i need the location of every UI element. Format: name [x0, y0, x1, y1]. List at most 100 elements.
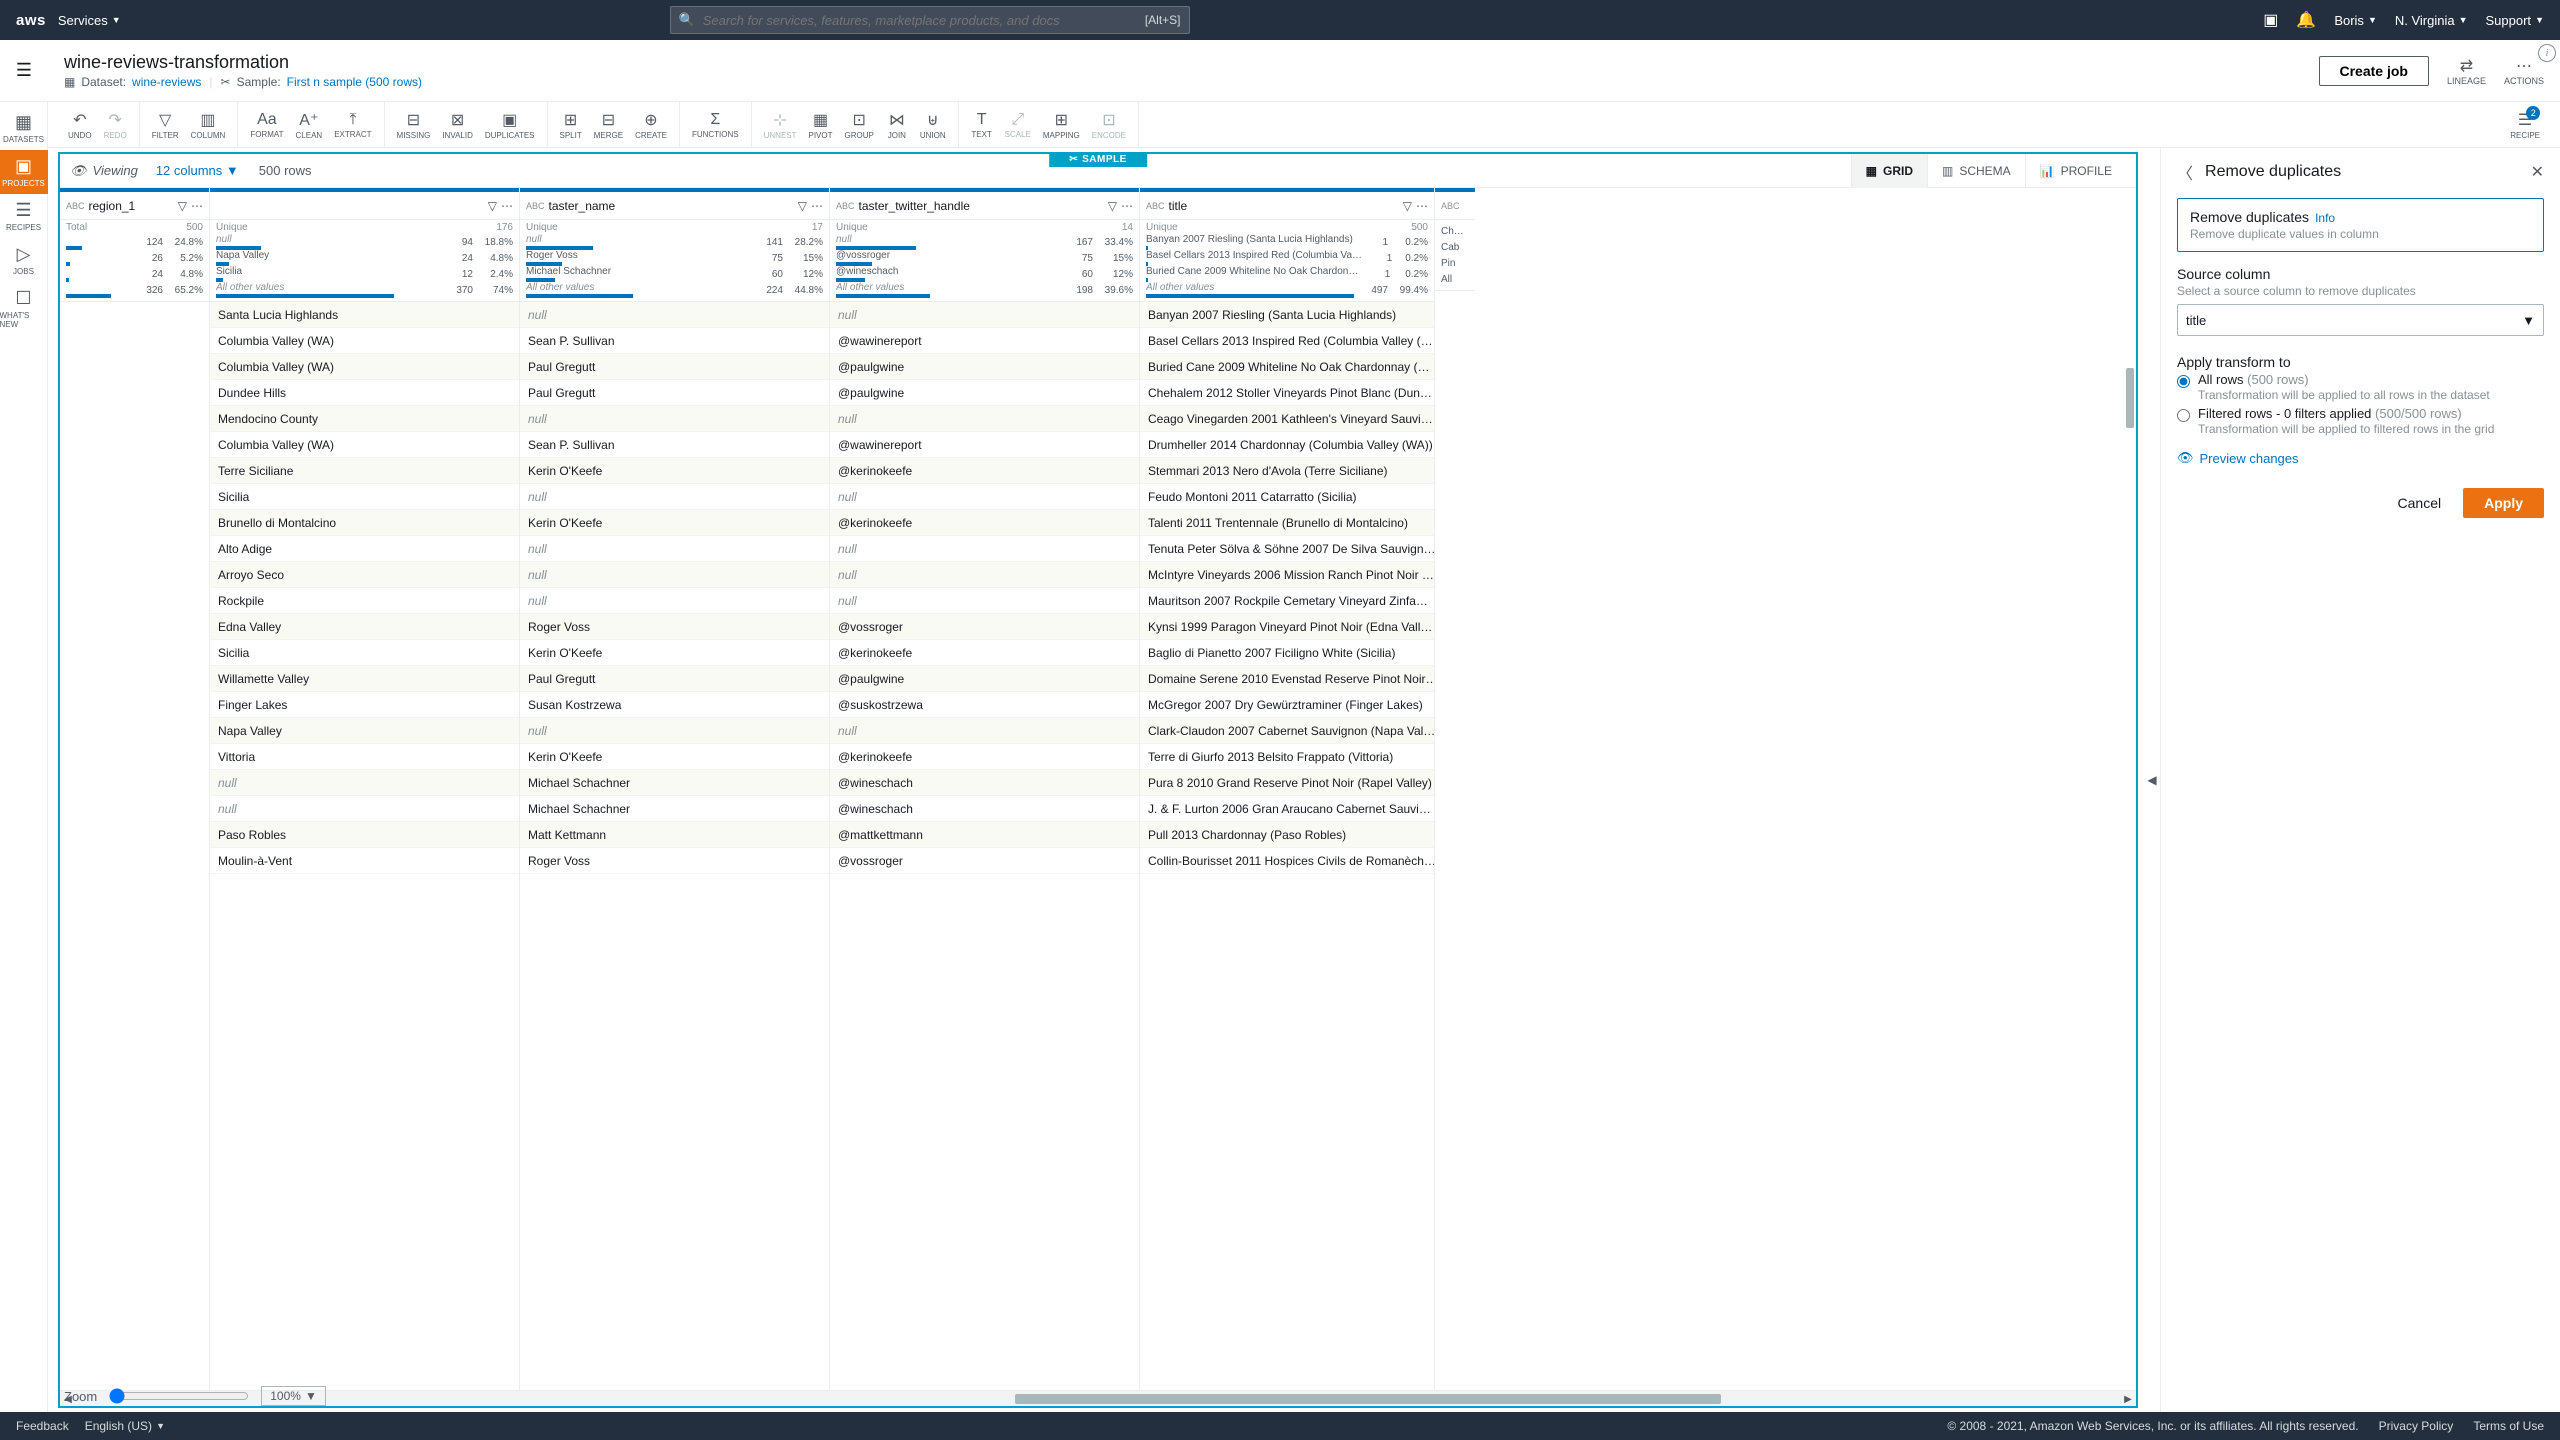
vertical-scrollbar[interactable] — [2124, 368, 2136, 1374]
format-button[interactable]: AaFORMAT — [244, 111, 289, 139]
table-cell[interactable]: Sean P. Sullivan — [520, 432, 829, 458]
table-cell[interactable]: Basel Cellars 2013 Inspired Red (Columbi… — [1140, 328, 1434, 354]
info-icon[interactable]: i — [2538, 44, 2556, 62]
source-column-select[interactable]: title▼ — [2177, 304, 2544, 336]
table-cell[interactable]: Banyan 2007 Riesling (Santa Lucia Highla… — [1140, 302, 1434, 328]
table-cell[interactable]: null — [520, 484, 829, 510]
recipe-button[interactable]: ☰2 RECIPE — [2504, 110, 2546, 140]
language-menu[interactable]: English (US)▼ — [85, 1419, 165, 1433]
table-cell[interactable]: Mauritson 2007 Rockpile Cemetary Vineyar… — [1140, 588, 1434, 614]
table-cell[interactable]: Talenti 2011 Trentennale (Brunello di Mo… — [1140, 510, 1434, 536]
table-cell[interactable]: Susan Kostrzewa — [520, 692, 829, 718]
table-cell[interactable]: Collin-Bourisset 2011 Hospices Civils de… — [1140, 848, 1434, 874]
table-cell[interactable]: @wineschach — [830, 770, 1139, 796]
filter-icon[interactable]: ▽ — [178, 199, 187, 213]
undo-button[interactable]: ↶UNDO — [62, 110, 98, 140]
mapping-button[interactable]: ⊞MAPPING — [1037, 110, 1086, 140]
column-menu-icon[interactable]: ⋯ — [1121, 199, 1133, 213]
missing-button[interactable]: ⊟MISSING — [391, 110, 437, 140]
zoom-select[interactable]: 100%▼ — [261, 1386, 326, 1406]
column-menu-icon[interactable]: ⋯ — [191, 199, 203, 213]
table-cell[interactable]: Napa Valley — [210, 718, 519, 744]
table-cell[interactable]: Mendocino County — [210, 406, 519, 432]
table-cell[interactable]: @wawinereport — [830, 432, 1139, 458]
sidebar-item-jobs[interactable]: ▷JOBS — [0, 238, 48, 282]
actions-button[interactable]: ⋯ACTIONS — [2504, 56, 2544, 86]
sidebar-item-recipes[interactable]: ☰RECIPES — [0, 194, 48, 238]
table-cell[interactable]: null — [830, 718, 1139, 744]
table-cell[interactable]: Paso Robles — [210, 822, 519, 848]
sidebar-item-datasets[interactable]: ▦DATASETS — [0, 106, 48, 150]
create-job-button[interactable]: Create job — [2319, 56, 2429, 86]
table-cell[interactable]: Willamette Valley — [210, 666, 519, 692]
table-cell[interactable]: Pull 2013 Chardonnay (Paso Robles) — [1140, 822, 1434, 848]
table-cell[interactable]: Drumheller 2014 Chardonnay (Columbia Val… — [1140, 432, 1434, 458]
columns-dropdown[interactable]: 12 columns ▼ — [156, 163, 239, 178]
table-cell[interactable]: null — [520, 302, 829, 328]
column-button[interactable]: ▥COLUMN — [185, 110, 232, 140]
table-cell[interactable]: @kerinokeefe — [830, 640, 1139, 666]
table-cell[interactable]: Columbia Valley (WA) — [210, 328, 519, 354]
functions-button[interactable]: ΣFUNCTIONS — [686, 111, 745, 139]
table-cell[interactable]: Arroyo Seco — [210, 562, 519, 588]
table-cell[interactable]: null — [830, 562, 1139, 588]
user-menu[interactable]: Boris▼ — [2334, 13, 2377, 28]
table-cell[interactable]: @kerinokeefe — [830, 510, 1139, 536]
group-button[interactable]: ⊡GROUP — [839, 110, 880, 140]
table-cell[interactable]: Roger Voss — [520, 848, 829, 874]
tab-grid[interactable]: ▦GRID — [1851, 154, 1927, 188]
table-cell[interactable]: Columbia Valley (WA) — [210, 354, 519, 380]
cloudshell-icon[interactable]: ▣ — [2263, 10, 2278, 30]
privacy-link[interactable]: Privacy Policy — [2379, 1419, 2454, 1433]
table-cell[interactable]: @kerinokeefe — [830, 744, 1139, 770]
radio-filtered-rows[interactable]: Filtered rows - 0 filters applied (500/5… — [2177, 406, 2544, 436]
table-cell[interactable]: @paulgwine — [830, 666, 1139, 692]
table-cell[interactable]: Paul Gregutt — [520, 666, 829, 692]
table-cell[interactable]: Edna Valley — [210, 614, 519, 640]
table-cell[interactable]: Vittoria — [210, 744, 519, 770]
table-cell[interactable]: null — [830, 536, 1139, 562]
table-cell[interactable]: Sean P. Sullivan — [520, 328, 829, 354]
sample-link[interactable]: First n sample (500 rows) — [287, 75, 422, 89]
table-cell[interactable]: @kerinokeefe — [830, 458, 1139, 484]
table-cell[interactable]: @paulgwine — [830, 380, 1139, 406]
table-cell[interactable]: McGregor 2007 Dry Gewürztraminer (Finger… — [1140, 692, 1434, 718]
filter-icon[interactable]: ▽ — [1403, 199, 1412, 213]
horizontal-scrollbar[interactable]: ◀ ▶ — [60, 1390, 2136, 1406]
table-cell[interactable]: null — [830, 484, 1139, 510]
region-menu[interactable]: N. Virginia▼ — [2395, 13, 2468, 28]
menu-icon[interactable]: ☰ — [16, 60, 32, 81]
panel-back-icon[interactable]: 〈 — [2177, 160, 2193, 184]
table-cell[interactable]: Tenuta Peter Sölva & Söhne 2007 De Silva… — [1140, 536, 1434, 562]
text-button[interactable]: TTEXT — [965, 111, 999, 139]
invalid-button[interactable]: ⊠INVALID — [436, 110, 479, 140]
pivot-button[interactable]: ▦PIVOT — [803, 110, 839, 140]
table-cell[interactable]: Columbia Valley (WA) — [210, 432, 519, 458]
table-cell[interactable]: Matt Kettmann — [520, 822, 829, 848]
table-cell[interactable]: Terre di Giurfo 2013 Belsito Frappato (V… — [1140, 744, 1434, 770]
scroll-right-icon[interactable]: ▶ — [2120, 1391, 2136, 1407]
table-cell[interactable]: null — [520, 588, 829, 614]
support-menu[interactable]: Support▼ — [2486, 13, 2544, 28]
table-cell[interactable]: Moulin-à-Vent — [210, 848, 519, 874]
table-cell[interactable]: Terre Siciliane — [210, 458, 519, 484]
table-cell[interactable]: @vossroger — [830, 614, 1139, 640]
table-cell[interactable]: @mattkettmann — [830, 822, 1139, 848]
table-cell[interactable]: null — [520, 718, 829, 744]
table-cell[interactable]: Dundee Hills — [210, 380, 519, 406]
table-cell[interactable]: null — [210, 796, 519, 822]
table-cell[interactable]: null — [520, 536, 829, 562]
notifications-icon[interactable]: 🔔 — [2296, 10, 2316, 30]
table-cell[interactable]: @vossroger — [830, 848, 1139, 874]
table-cell[interactable]: null — [210, 770, 519, 796]
column-menu-icon[interactable]: ⋯ — [811, 199, 823, 213]
table-cell[interactable]: Chehalem 2012 Stoller Vineyards Pinot Bl… — [1140, 380, 1434, 406]
radio-all-rows-input[interactable] — [2177, 375, 2190, 388]
table-cell[interactable]: Kynsi 1999 Paragon Vineyard Pinot Noir (… — [1140, 614, 1434, 640]
search-input[interactable] — [703, 13, 1145, 28]
table-cell[interactable]: Domaine Serene 2010 Evenstad Reserve Pin… — [1140, 666, 1434, 692]
table-cell[interactable]: J. & F. Lurton 2006 Gran Araucano Cabern… — [1140, 796, 1434, 822]
create-button[interactable]: ⊕CREATE — [629, 110, 673, 140]
panel-close-icon[interactable]: ✕ — [2531, 162, 2544, 182]
table-cell[interactable]: Roger Voss — [520, 614, 829, 640]
